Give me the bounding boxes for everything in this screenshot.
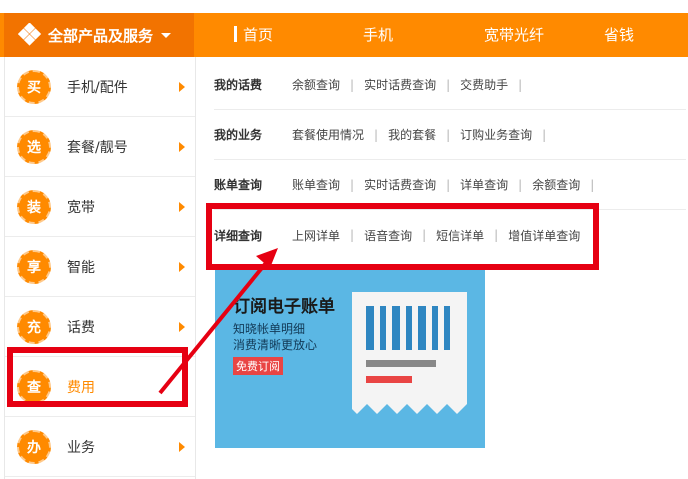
nav-home[interactable]: 首页: [234, 13, 273, 57]
chevron-right-icon: [179, 201, 185, 212]
sidebar-item-broadband[interactable]: 装 宽带: [5, 177, 195, 237]
link-bill-query[interactable]: 账单查询: [292, 176, 340, 193]
chevron-right-icon: [179, 261, 185, 272]
category-sidebar: 买 手机/配件 选 套餐/靓号 装 宽带 享 智能 充 话费 查 费用 办 业务: [4, 57, 196, 479]
banner-subtitle: 知晓帐单明细: [233, 322, 306, 336]
highlight-box-fees: [7, 347, 188, 407]
charge-badge-icon: 充: [17, 309, 51, 344]
sidebar-item-plans[interactable]: 选 套餐/靓号: [5, 117, 195, 177]
link-realtime-bill[interactable]: 实时话费查询: [364, 76, 436, 93]
banner-subtitle: 消费清晰更放心: [233, 338, 318, 352]
sidebar-item-label: 宽带: [67, 199, 95, 216]
banner-title: 订阅电子账单: [233, 297, 335, 317]
nav-save[interactable]: 省钱: [604, 13, 634, 57]
row-my-services: 我的业务 套餐使用情况 | 我的套餐 | 订购业务查询 |: [214, 110, 686, 160]
row-title: 我的话费: [214, 78, 263, 92]
separator: |: [542, 127, 547, 142]
highlight-box-detail-query: [206, 203, 599, 270]
link-my-plan[interactable]: 我的套餐: [388, 126, 436, 143]
link-realtime-bill[interactable]: 实时话费查询: [364, 176, 436, 193]
select-badge-icon: 选: [17, 129, 51, 164]
active-indicator: [234, 26, 237, 42]
e-bill-banner[interactable]: 订阅电子账单 知晓帐单明细 消费清晰更放心 免费订阅: [215, 270, 485, 448]
nav-phone[interactable]: 手机: [363, 13, 393, 57]
separator: |: [446, 177, 451, 192]
link-balance-query[interactable]: 余额查询: [292, 76, 340, 93]
link-detail-query[interactable]: 详单查询: [460, 176, 508, 193]
chevron-right-icon: [179, 81, 185, 92]
sidebar-item-label: 业务: [67, 439, 95, 456]
nav-broadband[interactable]: 宽带光纤: [484, 13, 544, 57]
chevron-right-icon: [179, 141, 185, 152]
free-subscribe-button[interactable]: 免费订阅: [233, 357, 283, 375]
sidebar-item-smart[interactable]: 享 智能: [5, 237, 195, 297]
link-subscribed-services[interactable]: 订购业务查询: [460, 126, 532, 143]
link-payment-assistant[interactable]: 交费助手: [460, 76, 508, 93]
handle-badge-icon: 办: [17, 429, 51, 464]
separator: |: [374, 127, 379, 142]
buy-badge-icon: 买: [17, 69, 51, 104]
sidebar-item-label: 套餐/靓号: [67, 139, 128, 156]
row-title: 账单查询: [214, 178, 263, 192]
separator: |: [350, 177, 355, 192]
chevron-right-icon: [179, 441, 185, 452]
separator: |: [518, 77, 523, 92]
row-my-balance: 我的话费 余额查询 | 实时话费查询 | 交费助手 |: [214, 60, 686, 110]
install-badge-icon: 装: [17, 189, 51, 224]
link-balance-query[interactable]: 余额查询: [532, 176, 580, 193]
row-title: 我的业务: [214, 128, 263, 142]
link-plan-usage[interactable]: 套餐使用情况: [292, 126, 364, 143]
separator: |: [446, 127, 451, 142]
sidebar-item-services[interactable]: 办 业务: [5, 417, 195, 477]
nav-home-label: 首页: [243, 26, 274, 44]
sidebar-item-label: 手机/配件: [67, 79, 128, 96]
separator: |: [590, 177, 595, 192]
receipt-icon: [352, 292, 467, 414]
main-nav: 首页 手机 宽带光纤 省钱: [0, 13, 688, 57]
separator: |: [518, 177, 523, 192]
sidebar-item-label: 话费: [67, 319, 95, 336]
separator: |: [446, 77, 451, 92]
sidebar-item-label: 智能: [67, 259, 95, 276]
enjoy-badge-icon: 享: [17, 249, 51, 284]
sidebar-item-phones[interactable]: 买 手机/配件: [5, 57, 195, 117]
separator: |: [350, 77, 355, 92]
chevron-right-icon: [179, 321, 185, 332]
